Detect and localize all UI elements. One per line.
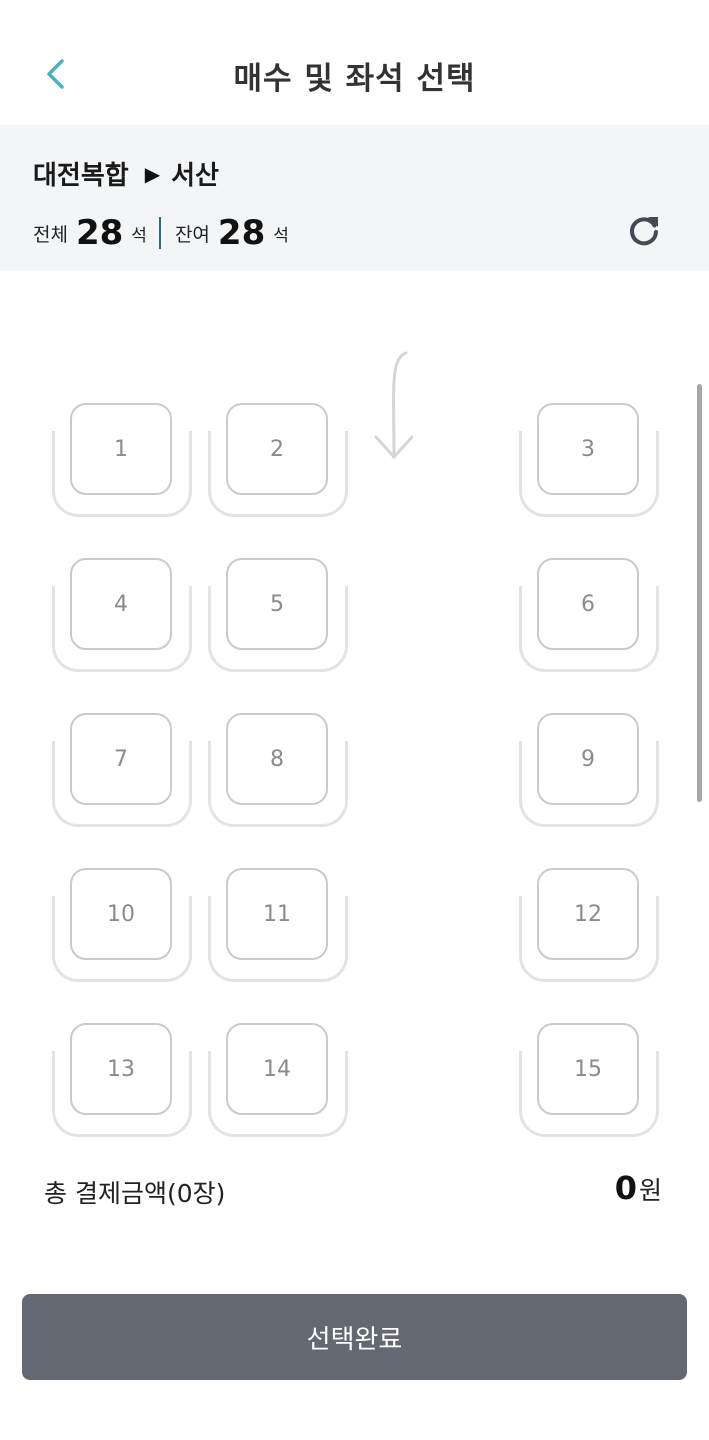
seat-number: 5 <box>226 558 328 650</box>
seat-number: 13 <box>70 1023 172 1115</box>
seat-6[interactable]: 6 <box>519 558 659 673</box>
seat-number: 7 <box>70 713 172 805</box>
route: 대전복합 ▶ 서산 <box>33 155 219 192</box>
seat-9[interactable]: 9 <box>519 713 659 828</box>
seat-map: 1 2 3 4 5 6 7 8 9 10 11 12 13 14 15 <box>0 271 709 1151</box>
remaining-seats-label: 잔여 <box>174 223 210 246</box>
total-seats-label: 전체 <box>33 223 68 246</box>
seat-number: 11 <box>226 868 328 960</box>
seat-13[interactable]: 13 <box>52 1023 192 1138</box>
seat-number: 9 <box>537 713 639 805</box>
seat-number: 12 <box>537 868 639 960</box>
page-title: 매수 및 좌석 선택 <box>233 61 476 97</box>
seat-4[interactable]: 4 <box>52 558 192 673</box>
seat-number: 8 <box>226 713 328 805</box>
refresh-button[interactable] <box>625 213 663 251</box>
route-info-panel: 대전복합 ▶ 서산 전체 28 석 잔여 28 석 <box>0 125 709 271</box>
top-bar: 매수 및 좌석 선택 <box>0 0 709 125</box>
destination-terminal: 서산 <box>171 161 219 191</box>
seat-number: 3 <box>537 403 639 495</box>
total-seats-count: 28 <box>75 213 124 253</box>
currency-unit: 원 <box>638 1176 662 1205</box>
seat-2[interactable]: 2 <box>208 403 348 518</box>
seat-3[interactable]: 3 <box>519 403 659 518</box>
confirm-selection-button[interactable]: 선택완료 <box>22 1294 687 1380</box>
payment-summary: 총 결제금액(0장) 0 원 <box>0 1151 709 1231</box>
scrollbar[interactable] <box>697 384 702 802</box>
seat-number: 4 <box>70 558 172 650</box>
total-payment-amount: 0 원 <box>615 1169 662 1207</box>
arrow-down-icon <box>374 351 414 459</box>
seat-1[interactable]: 1 <box>52 403 192 518</box>
seat-14[interactable]: 14 <box>208 1023 348 1138</box>
seat-15[interactable]: 15 <box>519 1023 659 1138</box>
seat-10[interactable]: 10 <box>52 868 192 983</box>
seat-number: 1 <box>70 403 172 495</box>
total-payment-label: 총 결제금액(0장) <box>44 1179 226 1208</box>
origin-terminal: 대전복합 <box>33 161 129 191</box>
route-arrow-icon: ▶ <box>144 161 161 186</box>
total-seats-unit: 석 <box>131 225 147 246</box>
seat-number: 10 <box>70 868 172 960</box>
seat-number: 15 <box>537 1023 639 1115</box>
seat-12[interactable]: 12 <box>519 868 659 983</box>
seat-number: 2 <box>226 403 328 495</box>
refresh-icon <box>630 217 658 246</box>
amount-value: 0 <box>614 1169 637 1207</box>
seat-11[interactable]: 11 <box>208 868 348 983</box>
remaining-seats-unit: 석 <box>273 225 289 246</box>
seat-counts: 전체 28 석 잔여 28 석 <box>33 213 289 253</box>
remaining-seats-count: 28 <box>217 213 266 253</box>
divider <box>158 217 161 249</box>
seat-5[interactable]: 5 <box>208 558 348 673</box>
seat-number: 6 <box>537 558 639 650</box>
seat-number: 14 <box>226 1023 328 1115</box>
seat-7[interactable]: 7 <box>52 713 192 828</box>
seat-8[interactable]: 8 <box>208 713 348 828</box>
